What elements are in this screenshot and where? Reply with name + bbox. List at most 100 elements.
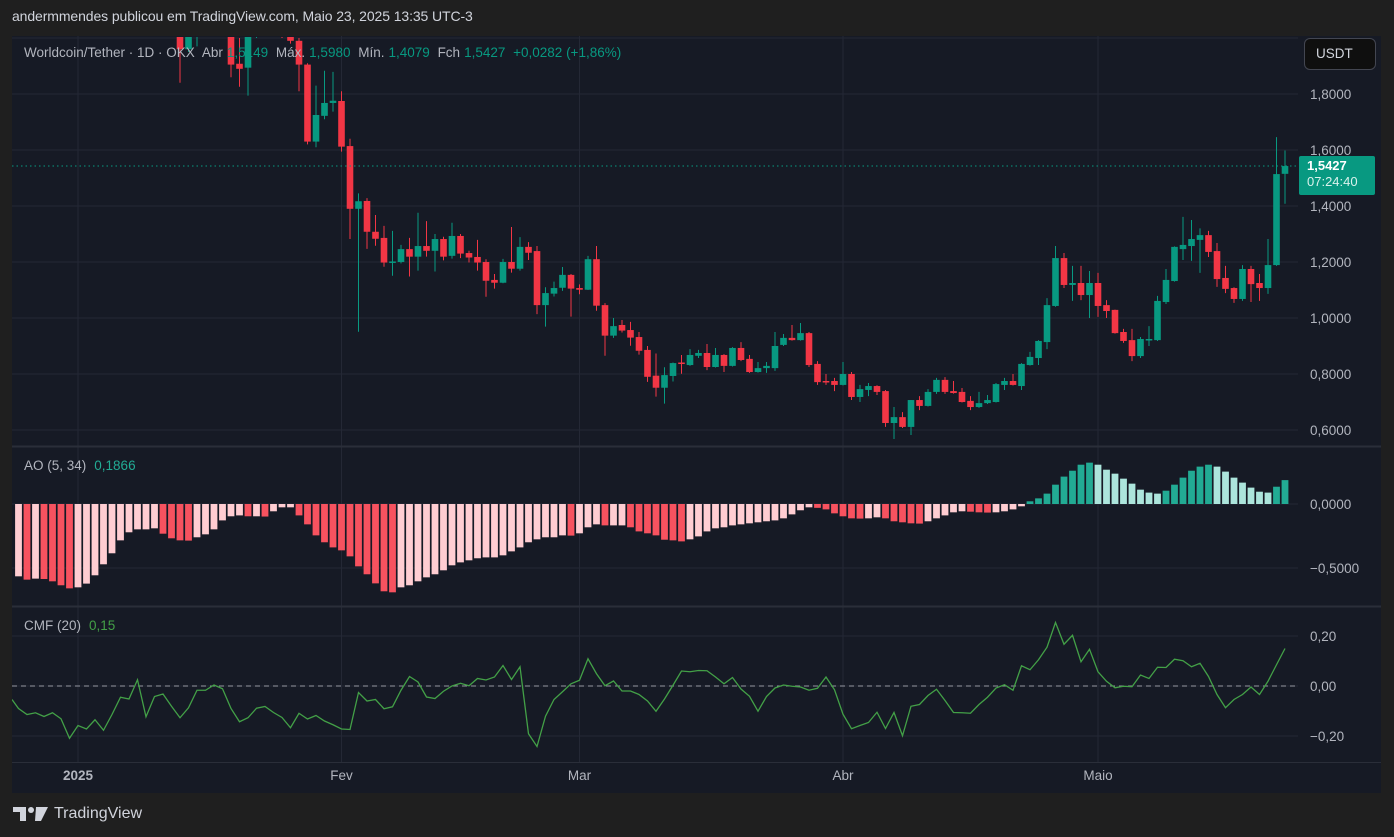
ao-legend: AO (5, 34) 0,1866 <box>24 458 136 473</box>
candle-body <box>414 246 422 257</box>
candle-body <box>363 200 371 232</box>
ao-bar <box>440 504 447 571</box>
candle-body <box>1256 283 1263 289</box>
ao-bar <box>1060 476 1068 504</box>
change-value: +0,0282 (+1,86%) <box>513 45 622 60</box>
ao-bar <box>1281 480 1289 504</box>
candle-body <box>610 326 617 336</box>
ao-bar <box>474 504 481 559</box>
high-label: Máx. <box>275 45 306 60</box>
candle <box>1060 253 1068 289</box>
ao-bar <box>788 504 796 515</box>
ao-bar <box>856 504 864 519</box>
ao-bar <box>729 504 736 526</box>
candle-body <box>907 400 915 427</box>
candle-body <box>661 375 668 388</box>
currency-button[interactable]: USDT <box>1304 38 1376 70</box>
candle-body <box>1239 269 1246 299</box>
time-axis-label: Mar <box>568 768 592 783</box>
time-axis-label: Fev <box>330 768 353 783</box>
ao-bar <box>933 504 940 519</box>
last-price-value: 1,5427 <box>1307 158 1347 173</box>
close-label: Fch <box>437 45 461 60</box>
candle <box>202 0 209 32</box>
candle-body <box>950 391 957 394</box>
ao-bar <box>1052 484 1059 504</box>
bar-countdown: 07:24:40 <box>1307 174 1358 189</box>
ao-bar <box>74 504 82 588</box>
candle <box>992 382 1000 403</box>
ao-bar <box>40 504 48 580</box>
ao-bar <box>797 504 804 511</box>
candle-body <box>975 403 983 408</box>
tradingview-logo-icon <box>13 807 48 821</box>
high-value: 1,5980 <box>309 45 351 60</box>
ao-bar <box>1171 484 1178 504</box>
ao-bar <box>431 504 439 575</box>
ao-bar <box>1145 492 1153 504</box>
ao-bar <box>899 504 906 523</box>
ao-bar <box>151 504 158 529</box>
candle-body <box>1001 381 1008 385</box>
ao-bar <box>746 504 753 524</box>
symbol-legend: Worldcoin/Tether · 1D · OKX Abr 1,5149 Má… <box>24 45 625 60</box>
candle-body <box>1069 283 1076 285</box>
symbol-name[interactable]: Worldcoin/Tether · 1D · OKX <box>24 45 195 60</box>
ao-bar <box>363 504 371 575</box>
ao-bar <box>304 504 311 525</box>
price-axis-label: 0,00 <box>1310 679 1336 694</box>
ao-bar <box>984 504 991 513</box>
candle-body <box>312 115 320 142</box>
ao-bar <box>1026 501 1034 504</box>
candle-body <box>805 333 813 366</box>
candle-body <box>253 10 260 32</box>
ao-bar <box>720 504 728 528</box>
candle <box>1239 265 1246 301</box>
candle <box>262 0 269 24</box>
ao-bar <box>601 504 609 526</box>
candle-body <box>1077 283 1085 296</box>
candle-body <box>219 0 226 16</box>
ao-bar <box>958 504 966 512</box>
chart-canvas[interactable]: 2025 Fev Mar Abr Maio1,80001,60001,40001,200… <box>0 0 1394 837</box>
candle-body <box>491 279 498 283</box>
candle-body <box>525 246 532 253</box>
ao-bar <box>253 504 260 517</box>
ao-bar <box>771 504 779 521</box>
candle-body <box>1018 363 1025 387</box>
ao-bar <box>542 504 549 538</box>
candle-body <box>1281 166 1289 174</box>
ao-bar <box>1247 487 1255 504</box>
ao-bar <box>890 504 898 522</box>
candle-body <box>848 374 855 397</box>
candle-body <box>355 201 362 209</box>
candle-body <box>211 0 218 4</box>
ao-bar <box>780 504 787 519</box>
candle-body <box>168 10 175 24</box>
candle-body <box>482 262 490 281</box>
candle-body <box>593 259 600 306</box>
ao-label[interactable]: AO (5, 34) <box>24 458 86 473</box>
candle <box>151 0 158 24</box>
tradingview-brand[interactable]: TradingView <box>13 805 142 823</box>
candle-body <box>559 274 566 288</box>
ao-bar <box>1009 504 1017 510</box>
candle-body <box>678 362 685 365</box>
candle-body <box>1162 279 1170 303</box>
candle <box>499 258 507 284</box>
candle-body <box>508 262 515 269</box>
low-value: 1,4079 <box>388 45 430 60</box>
candle-body <box>686 354 694 366</box>
candle <box>882 389 889 427</box>
candle <box>143 0 150 16</box>
cmf-label[interactable]: CMF (20) <box>24 618 81 633</box>
ao-bar <box>423 504 430 578</box>
candle-body <box>1273 174 1280 266</box>
candle-body <box>890 417 898 423</box>
candle <box>304 63 311 145</box>
time-axis-label: Abr <box>832 768 854 783</box>
candle-body <box>763 365 770 369</box>
candle <box>1171 246 1178 282</box>
price-axis-label: −0,5000 <box>1310 561 1359 576</box>
candle-body <box>992 384 1000 402</box>
